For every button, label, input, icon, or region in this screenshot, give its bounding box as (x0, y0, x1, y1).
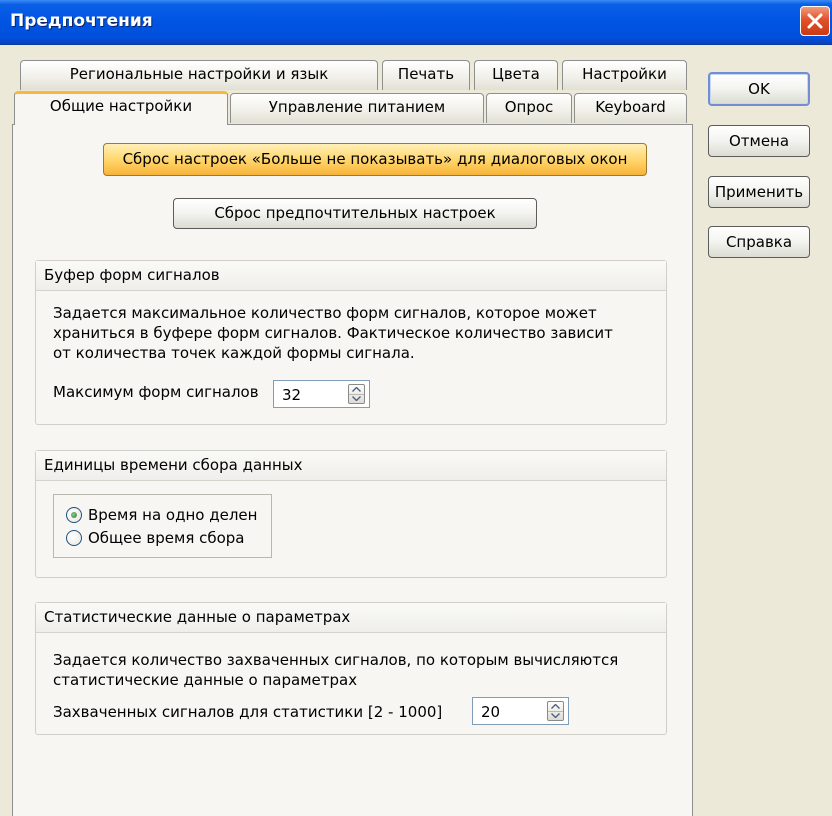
spin-down-button[interactable] (548, 711, 563, 720)
reset-dont-show-button[interactable]: Сброс настроек «Больше не показывать» дл… (103, 143, 647, 176)
ok-button[interactable]: OK (708, 72, 810, 106)
chevron-down-icon (352, 396, 361, 401)
radio-button-selected[interactable] (66, 507, 82, 523)
help-button[interactable]: Справка (708, 226, 810, 258)
max-waveforms-value[interactable]: 32 (282, 386, 301, 404)
chevron-down-icon (551, 713, 560, 718)
captured-signals-value[interactable]: 20 (481, 703, 500, 721)
chevron-up-icon (352, 387, 361, 392)
time-units-title: Единицы времени сбора данных (36, 451, 666, 481)
title-bar[interactable]: Предпочтения (0, 0, 832, 45)
time-per-division-label: Время на одно делен (88, 506, 258, 524)
buffer-description-line-2: храниться в буфере форм сигналов. Фактич… (53, 324, 613, 342)
waveform-buffer-title: Буфер форм сигналов (36, 261, 666, 291)
reset-preferences-button[interactable]: Сброс предпочтительных настроек (173, 198, 537, 229)
tab-settings[interactable]: Настройки (562, 60, 687, 90)
captured-signals-spin-buttons[interactable] (547, 701, 564, 721)
tab-colors[interactable]: Цвета (474, 60, 558, 90)
max-waveforms-spinner[interactable]: 32 (273, 380, 370, 408)
chevron-up-icon (551, 704, 560, 709)
statistics-description-line-1: Задается количество захваченных сигналов… (53, 651, 619, 669)
captured-signals-label: Захваченных сигналов для статистики [2 -… (53, 703, 443, 721)
tab-polling[interactable]: Опрос (486, 93, 572, 123)
spin-down-button[interactable] (349, 394, 364, 403)
cancel-button[interactable]: Отмена (708, 125, 810, 157)
tab-general-settings[interactable]: Общие настройки (14, 91, 228, 125)
close-icon (807, 13, 823, 29)
tab-print[interactable]: Печать (382, 60, 470, 90)
captured-signals-spinner[interactable]: 20 (472, 697, 569, 725)
close-button[interactable] (800, 6, 830, 36)
radio-button[interactable] (66, 530, 82, 546)
max-waveforms-spin-buttons[interactable] (348, 384, 365, 404)
buffer-description-line-1: Задается максимальное количество форм си… (53, 304, 597, 322)
window-title: Предпочтения (10, 11, 153, 31)
total-acquisition-time-label: Общее время сбора (88, 529, 245, 547)
tab-regional-settings[interactable]: Региональные настройки и язык (20, 60, 378, 90)
max-waveforms-label: Максимум форм сигналов (53, 383, 259, 401)
statistics-title: Статистические данные о параметрах (36, 603, 666, 633)
preferences-dialog: Предпочтения Региональные настройки и яз… (0, 0, 832, 816)
apply-button[interactable]: Применить (708, 176, 810, 208)
time-units-radio-group: Время на одно делен Общее время сбора (53, 494, 272, 558)
tab-keyboard[interactable]: Keyboard (574, 93, 687, 123)
statistics-description-line-2: статистические данные о параметрах (53, 671, 358, 689)
buffer-description-line-3: от количества точек каждой формы сигнала… (53, 344, 415, 362)
tab-power-management[interactable]: Управление питанием (230, 93, 484, 123)
